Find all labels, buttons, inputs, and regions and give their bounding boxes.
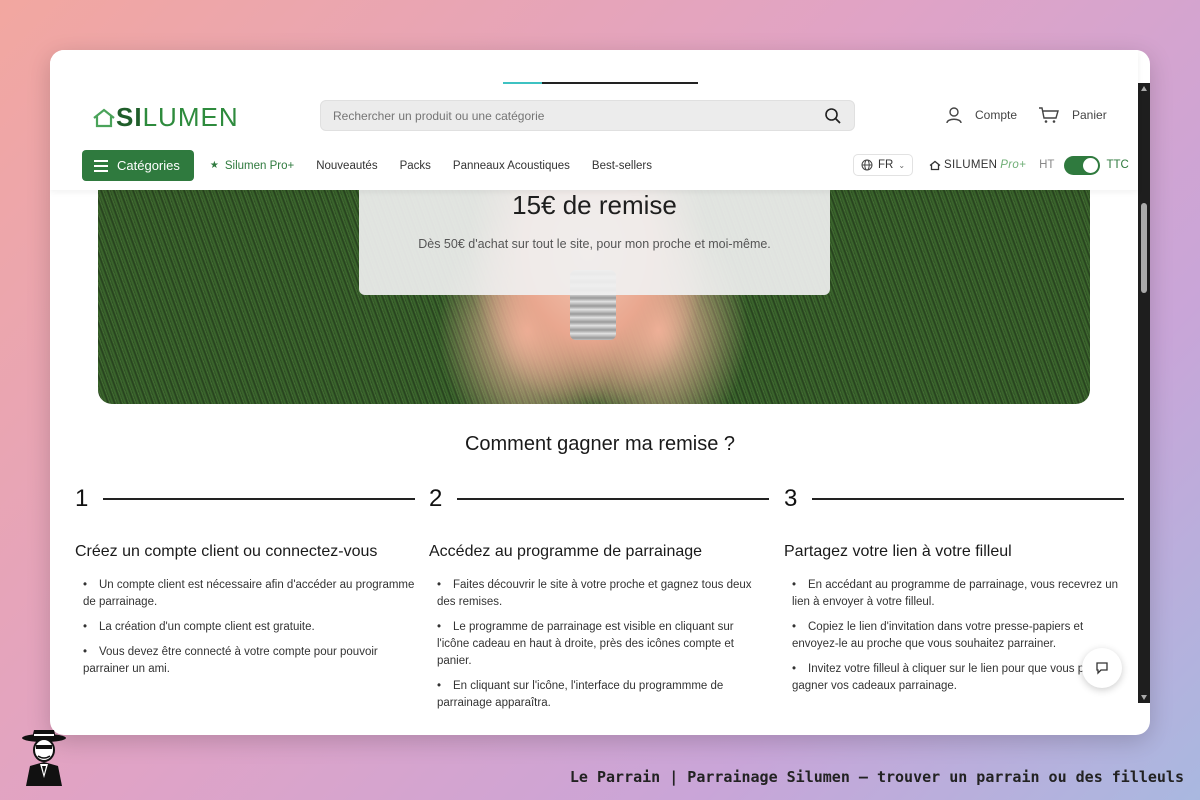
- step-1: 1 Créez un compte client ou connectez-vo…: [75, 485, 415, 686]
- browser-window: SILUMEN Compte Panier: [50, 50, 1150, 735]
- list-item: La création d'un compte client est gratu…: [75, 619, 415, 636]
- list-item: En cliquant sur l'icône, l'interface du …: [429, 678, 769, 712]
- step-title: Créez un compte client ou connectez-vous: [75, 543, 378, 560]
- step-2: 2 Accédez au programme de parrainage Fai…: [429, 485, 769, 720]
- account-label: Compte: [975, 108, 1018, 122]
- categories-button[interactable]: Catégories: [82, 150, 194, 181]
- menu-icon: [94, 159, 108, 172]
- search-icon[interactable]: [824, 107, 842, 125]
- search-input[interactable]: [333, 101, 803, 130]
- scroll-down-arrow-icon[interactable]: [1141, 695, 1147, 700]
- price-mode-ttc-label: TTC: [1106, 159, 1129, 171]
- site-header: SILUMEN Compte Panier: [50, 50, 1138, 190]
- nav-item-panneaux-acoustiques[interactable]: Panneaux Acoustiques: [453, 160, 570, 172]
- list-item: Un compte client est nécessaire afin d'a…: [75, 577, 415, 611]
- step-divider: [457, 498, 769, 500]
- step-number: 2: [429, 485, 443, 512]
- chat-bubble-icon: [1096, 662, 1108, 675]
- categories-label: Catégories: [117, 158, 180, 173]
- list-item: Le programme de parrainage est visible e…: [429, 619, 769, 670]
- list-item: Vous devez être connecté à votre compte …: [75, 644, 415, 678]
- site-logo[interactable]: SILUMEN: [92, 102, 239, 133]
- nav-item-nouveautes[interactable]: Nouveautés: [316, 160, 377, 172]
- step-bullets: Un compte client est nécessaire afin d'a…: [75, 577, 415, 678]
- language-selector[interactable]: FR ⌄: [853, 154, 914, 176]
- search-bar[interactable]: [320, 100, 855, 131]
- loading-progress-bar: [503, 82, 698, 84]
- step-title: Accédez au programme de parrainage: [429, 543, 703, 560]
- hero-title: 15€ de remise: [512, 190, 677, 220]
- user-icon: [946, 107, 962, 124]
- godfather-mascot-icon: [22, 730, 66, 786]
- step-number: 1: [75, 485, 89, 512]
- price-mode-ht-label: HT: [1039, 159, 1055, 171]
- how-to-title: Comment gagner ma remise ?: [464, 433, 736, 455]
- house-logo-icon: [93, 108, 115, 127]
- chat-button[interactable]: [1082, 648, 1122, 688]
- list-item: En accédant au programme de parrainage, …: [784, 577, 1124, 611]
- brand-pro-suffix: Pro+: [1000, 159, 1027, 171]
- price-mode-toggle[interactable]: [1064, 155, 1101, 175]
- hero-subtitle: Dès 50€ d'achat sur tout le site, pour m…: [418, 237, 771, 251]
- cart-link[interactable]: Panier: [1038, 106, 1107, 124]
- brand-pro-name: SILUMEN: [944, 159, 998, 171]
- cart-label: Panier: [1072, 108, 1107, 122]
- language-value: FR: [878, 159, 894, 171]
- house-logo-icon: [929, 160, 941, 170]
- step-divider: [103, 498, 415, 500]
- chevron-down-icon: ⌄: [898, 160, 906, 170]
- main-nav: Catégories ★ Silumen Pro+ Nouveautés Pac…: [82, 150, 674, 181]
- list-item: Copiez le lien d'invitation dans votre p…: [784, 619, 1124, 653]
- nav-item-silumen-pro[interactable]: ★ Silumen Pro+: [210, 160, 294, 172]
- list-item: Faites découvrir le site à votre proche …: [429, 577, 769, 611]
- header-utilities: FR ⌄ SILUMEN Pro+ HT TTC: [853, 154, 1129, 176]
- step-divider: [812, 498, 1124, 500]
- step-bullets: En accédant au programme de parrainage, …: [784, 577, 1124, 695]
- star-icon: ★: [209, 160, 219, 171]
- step-3: 3 Partagez votre lien à votre filleul En…: [784, 485, 1124, 703]
- nav-item-packs[interactable]: Packs: [400, 160, 431, 172]
- step-bullets: Faites découvrir le site à votre proche …: [429, 577, 769, 712]
- page-scrollbar[interactable]: [1138, 83, 1150, 703]
- nav-item-best-sellers[interactable]: Best-sellers: [592, 160, 652, 172]
- logo-text: SILUMEN: [116, 102, 239, 132]
- cart-icon: [1039, 107, 1059, 123]
- account-link[interactable]: Compte: [945, 106, 1017, 124]
- list-item: Invitez votre filleul à cliquer sur le l…: [784, 661, 1124, 695]
- globe-icon: [861, 159, 873, 171]
- scroll-up-arrow-icon[interactable]: [1141, 86, 1147, 91]
- scrollbar-thumb[interactable]: [1141, 203, 1147, 293]
- silumen-pro-logo[interactable]: SILUMEN Pro+: [929, 159, 1026, 171]
- footer-caption: Le Parrain | Parrainage Silumen — trouve…: [569, 768, 1184, 786]
- step-number: 3: [784, 485, 798, 512]
- step-title: Partagez votre lien à votre filleul: [784, 543, 1012, 560]
